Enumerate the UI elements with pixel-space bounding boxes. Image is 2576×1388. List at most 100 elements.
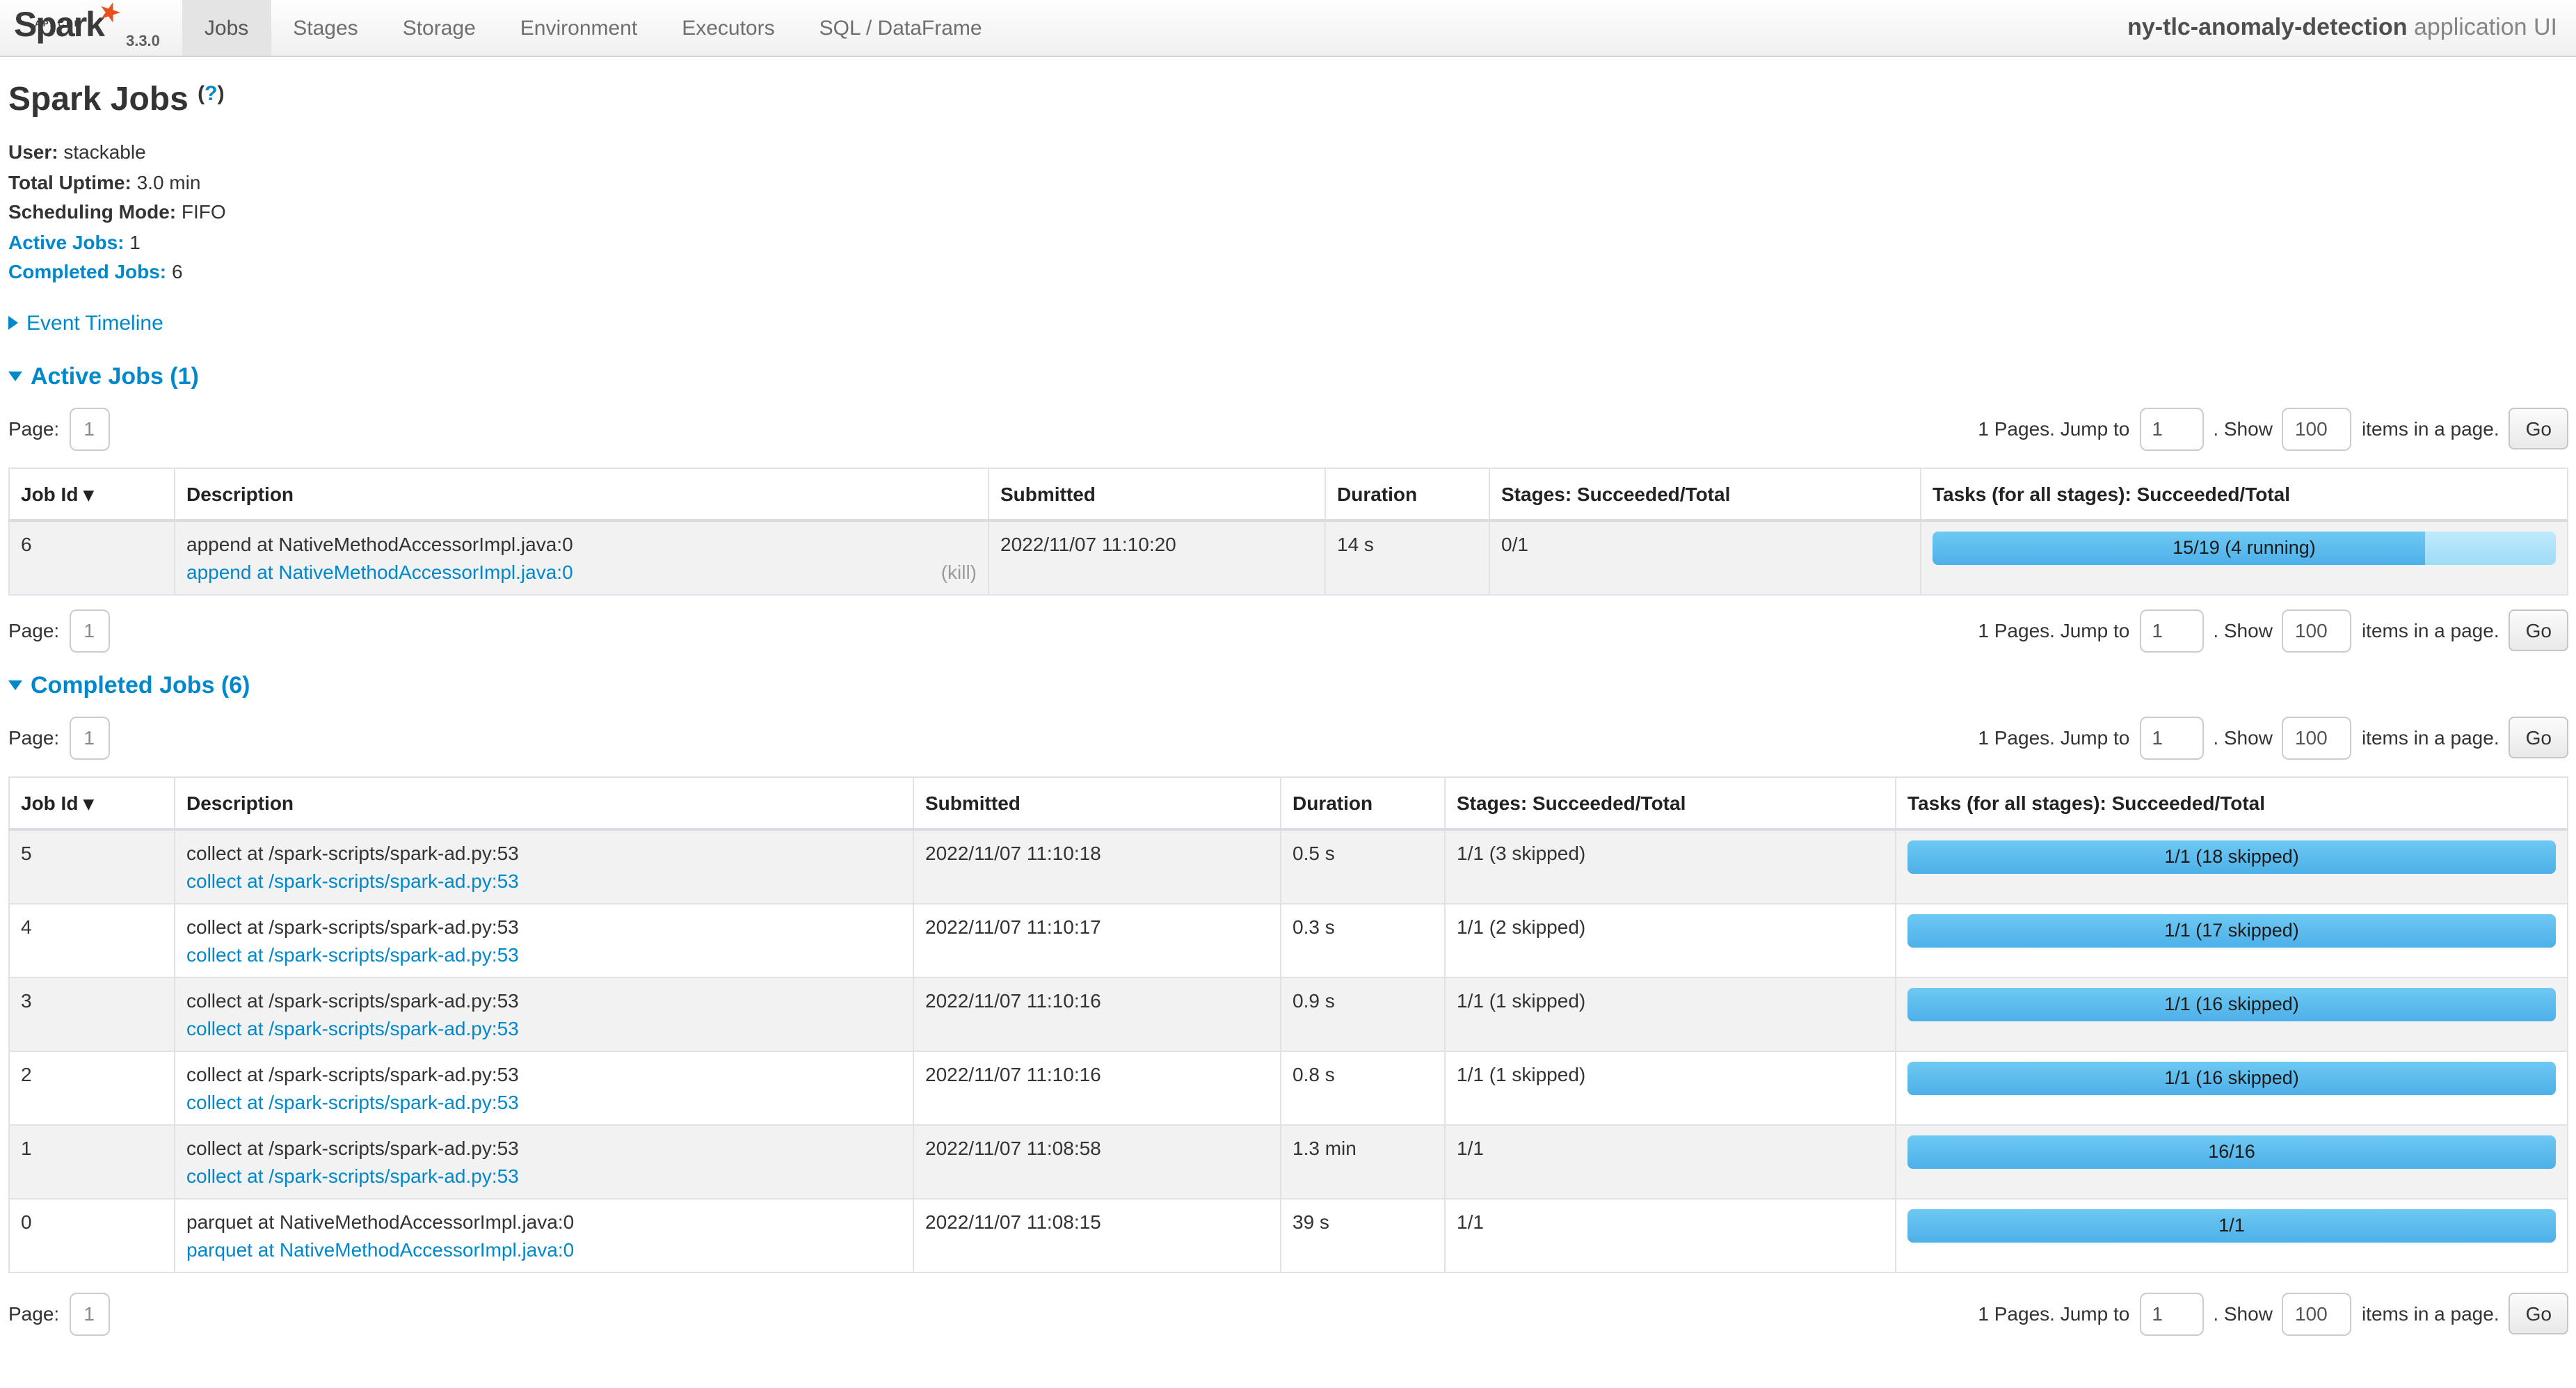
- pages-jump-text: 1 Pages. Jump to: [1978, 417, 2129, 440]
- job-description-link[interactable]: collect at /spark-scripts/spark-ad.py:53: [186, 1164, 519, 1186]
- items-text: items in a page.: [2362, 619, 2499, 641]
- completed-job-row-4: 4 collect at /spark-scripts/spark-ad.py:…: [9, 903, 2568, 977]
- application-ui-suffix: application UI: [2408, 14, 2557, 40]
- page-number-input[interactable]: [69, 716, 109, 759]
- col-tasks[interactable]: Tasks (for all stages): Succeeded/Total: [1921, 468, 2568, 520]
- progress-label: 1/1: [1907, 1208, 2556, 1242]
- job-submitted: 2022/11/07 11:08:15: [913, 1198, 1281, 1272]
- uptime-value: 3.0 min: [137, 170, 201, 193]
- job-description-link[interactable]: collect at /spark-scripts/spark-ad.py:53: [186, 1016, 519, 1039]
- summary-scheduling-mode: Scheduling Mode: FIFO: [8, 198, 2568, 228]
- pagination-completed-top: Page: 1 Pages. Jump to . Show items in a…: [8, 716, 2568, 759]
- job-tasks-cell: 1/1 (18 skipped): [1896, 829, 2568, 903]
- completed-jobs-link[interactable]: Completed Jobs:: [8, 260, 166, 282]
- tasks-progress-bar: 1/1 (16 skipped): [1907, 987, 2556, 1021]
- col-submitted[interactable]: Submitted: [913, 776, 1281, 829]
- col-stages[interactable]: Stages: Succeeded/Total: [1445, 776, 1896, 829]
- job-description-link[interactable]: collect at /spark-scripts/spark-ad.py:53: [186, 1090, 519, 1112]
- jump-to-page-input[interactable]: [2139, 609, 2203, 652]
- job-description: collect at /spark-scripts/spark-ad.py:53: [186, 1133, 902, 1161]
- job-description-cell: collect at /spark-scripts/spark-ad.py:53…: [175, 829, 913, 903]
- items-per-page-input[interactable]: [2282, 609, 2352, 652]
- jump-to-page-input[interactable]: [2139, 407, 2203, 450]
- tab-sql-dataframe[interactable]: SQL / DataFrame: [797, 0, 1005, 56]
- job-description-link[interactable]: append at NativeMethodAccessorImpl.java:…: [186, 557, 573, 585]
- page-number-input[interactable]: [69, 609, 109, 652]
- job-id: 3: [9, 977, 175, 1051]
- job-duration: 0.3 s: [1281, 903, 1445, 977]
- tab-environment[interactable]: Environment: [498, 0, 659, 56]
- go-button[interactable]: Go: [2509, 1293, 2568, 1334]
- col-duration[interactable]: Duration: [1281, 776, 1445, 829]
- event-timeline-label: Event Timeline: [26, 311, 163, 335]
- go-button[interactable]: Go: [2509, 717, 2568, 758]
- job-description-link[interactable]: parquet at NativeMethodAccessorImpl.java…: [186, 1238, 574, 1260]
- col-tasks[interactable]: Tasks (for all stages): Succeeded/Total: [1896, 776, 2568, 829]
- job-submitted: 2022/11/07 11:10:16: [913, 977, 1281, 1051]
- col-stages[interactable]: Stages: Succeeded/Total: [1489, 468, 1921, 520]
- active-jobs-section-header[interactable]: Active Jobs (1): [8, 362, 2568, 390]
- job-stages: 1/1 (2 skipped): [1445, 903, 1896, 977]
- go-button[interactable]: Go: [2509, 609, 2568, 651]
- items-per-page-input[interactable]: [2282, 407, 2352, 450]
- completed-jobs-section-header[interactable]: Completed Jobs (6): [8, 671, 2568, 699]
- job-description-cell: collect at /spark-scripts/spark-ad.py:53…: [175, 1051, 913, 1124]
- progress-label: 16/16: [1907, 1135, 2556, 1168]
- event-timeline-toggle[interactable]: Event Timeline: [8, 311, 2568, 335]
- progress-label: 15/19 (4 running): [1933, 531, 2556, 564]
- progress-label: 1/1 (16 skipped): [1907, 987, 2556, 1021]
- go-button[interactable]: Go: [2509, 408, 2568, 449]
- tasks-progress-bar: 1/1 (17 skipped): [1907, 914, 2556, 947]
- job-description-link[interactable]: collect at /spark-scripts/spark-ad.py:53: [186, 943, 519, 965]
- items-text: items in a page.: [2362, 726, 2499, 749]
- col-description[interactable]: Description: [175, 468, 989, 520]
- pages-jump-text: 1 Pages. Jump to: [1978, 726, 2129, 749]
- job-submitted: 2022/11/07 11:08:58: [913, 1124, 1281, 1198]
- col-job-id[interactable]: Job Id ▾: [9, 776, 175, 829]
- job-submitted: 2022/11/07 11:10:20: [989, 520, 1325, 594]
- job-description-cell: collect at /spark-scripts/spark-ad.py:53…: [175, 977, 913, 1051]
- show-text: . Show: [2213, 726, 2273, 749]
- job-description-cell: parquet at NativeMethodAccessorImpl.java…: [175, 1198, 913, 1272]
- col-description[interactable]: Description: [175, 776, 913, 829]
- job-stages: 1/1: [1445, 1198, 1896, 1272]
- pagination-completed-bottom: Page: 1 Pages. Jump to . Show items in a…: [8, 1292, 2568, 1335]
- col-submitted[interactable]: Submitted: [989, 468, 1325, 520]
- page-number-input[interactable]: [69, 1292, 109, 1335]
- active-jobs-link[interactable]: Active Jobs:: [8, 230, 125, 253]
- kill-link[interactable]: (kill): [941, 557, 977, 585]
- user-value: stackable: [63, 141, 145, 163]
- show-text: . Show: [2213, 417, 2273, 440]
- help-question-icon[interactable]: ?: [205, 82, 217, 106]
- tab-storage[interactable]: Storage: [381, 0, 498, 56]
- job-id: 6: [9, 520, 175, 594]
- active-jobs-header-row: Job Id ▾ Description Submitted Duration …: [9, 468, 2568, 520]
- job-description: collect at /spark-scripts/spark-ad.py:53: [186, 1060, 902, 1087]
- col-job-id[interactable]: Job Id ▾: [9, 468, 175, 520]
- tasks-progress-bar: 1/1 (16 skipped): [1907, 1061, 2556, 1094]
- items-per-page-input[interactable]: [2282, 716, 2352, 759]
- tasks-progress-bar: 16/16: [1907, 1135, 2556, 1168]
- active-jobs-section-title: Active Jobs (1): [31, 362, 199, 390]
- page-label: Page:: [8, 726, 59, 749]
- job-tasks-cell: 1/1: [1896, 1198, 2568, 1272]
- pagination-active-top: Page: 1 Pages. Jump to . Show items in a…: [8, 407, 2568, 450]
- job-stages: 1/1: [1445, 1124, 1896, 1198]
- jump-to-page-input[interactable]: [2139, 1292, 2203, 1335]
- job-tasks-cell: 15/19 (4 running): [1921, 520, 2568, 594]
- completed-job-row-2: 2 collect at /spark-scripts/spark-ad.py:…: [9, 1051, 2568, 1124]
- page-number-input[interactable]: [69, 407, 109, 450]
- tab-executors[interactable]: Executors: [659, 0, 797, 56]
- job-stages: 1/1 (1 skipped): [1445, 1051, 1896, 1124]
- page-label: Page:: [8, 619, 59, 641]
- col-duration[interactable]: Duration: [1325, 468, 1489, 520]
- jump-to-page-input[interactable]: [2139, 716, 2203, 759]
- tab-jobs[interactable]: Jobs: [182, 0, 271, 56]
- job-tasks-cell: 1/1 (17 skipped): [1896, 903, 2568, 977]
- job-description-link[interactable]: collect at /spark-scripts/spark-ad.py:53: [186, 869, 519, 891]
- tab-stages[interactable]: Stages: [271, 0, 380, 56]
- job-description: collect at /spark-scripts/spark-ad.py:53: [186, 986, 902, 1014]
- active-job-row-6: 6 append at NativeMethodAccessorImpl.jav…: [9, 520, 2568, 594]
- items-per-page-input[interactable]: [2282, 1292, 2352, 1335]
- uptime-label: Total Uptime:: [8, 170, 131, 193]
